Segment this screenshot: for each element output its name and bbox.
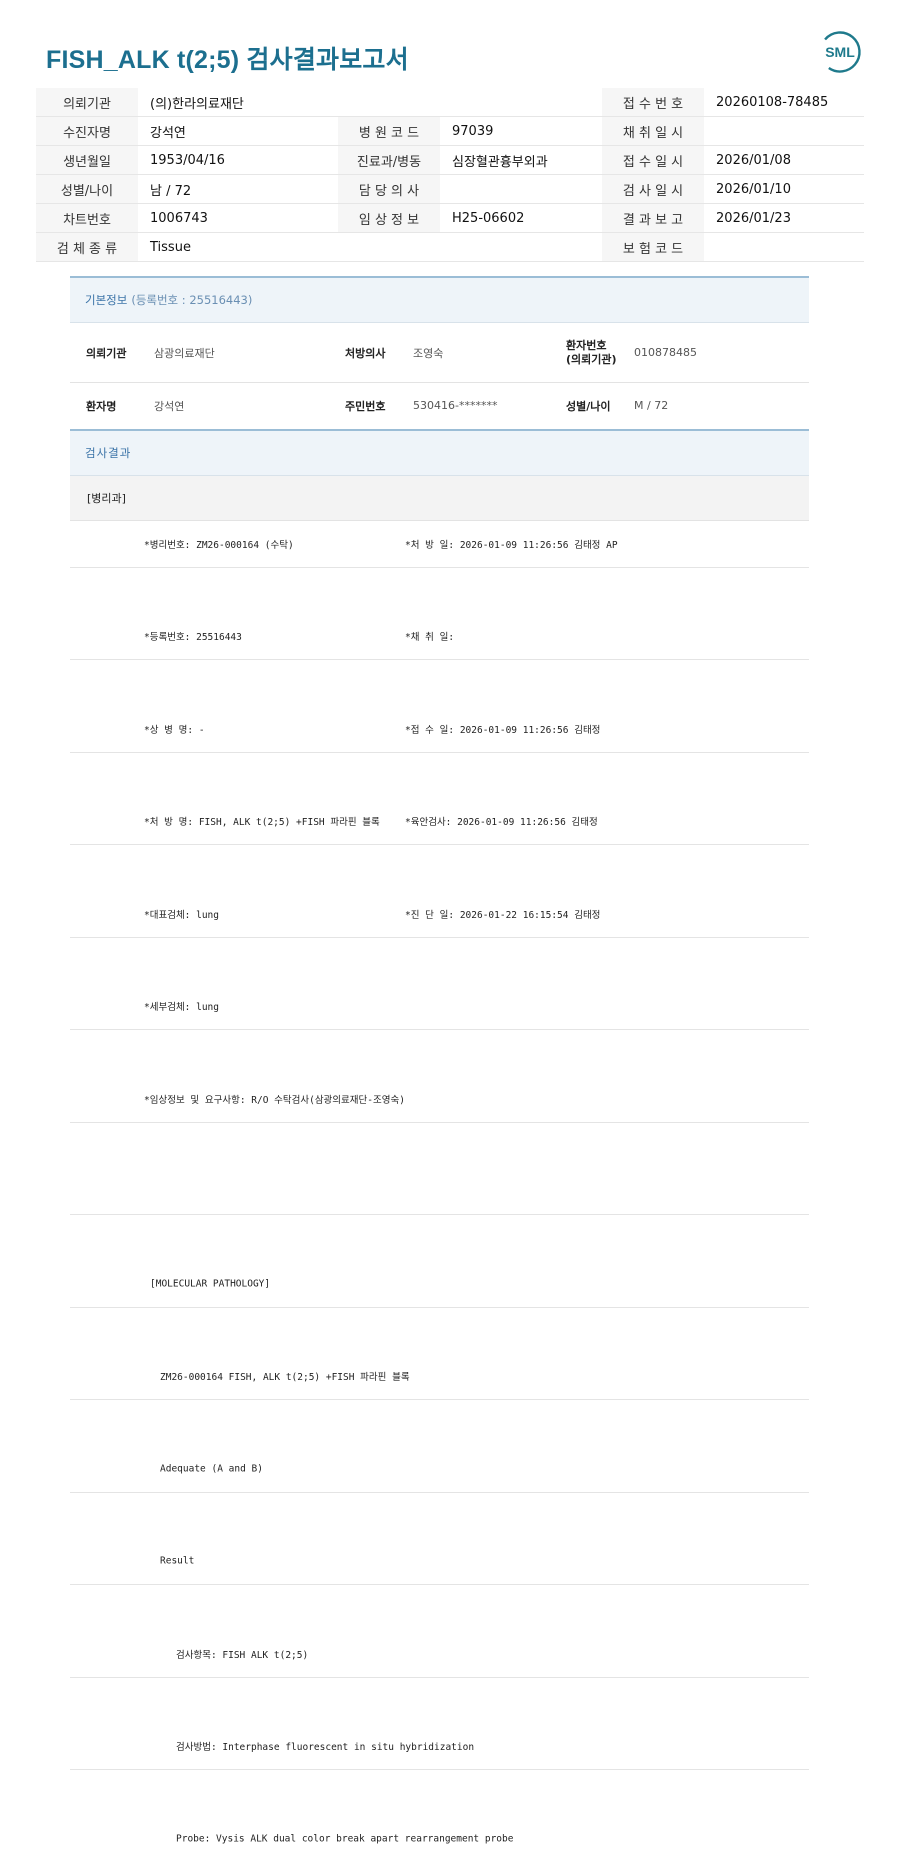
header-key: 채 취 일 시 [602,116,705,146]
header-key: 수진자명 [36,116,138,146]
patient-name-label: 환자명 [86,399,117,413]
rrn-label: 주민번호 [345,399,386,413]
molecular-row: Adequate (A and B) [70,1446,809,1493]
header-row: 성별/나이 남 / 72 담 당 의 사 검 사 일 시 2026/01/10 [36,174,865,204]
result-field-left: *처 방 명: FISH, ALK t(2;5) +FISH 파라핀 블록 [144,817,380,829]
registration-number: (등록번호 : 25516443) [131,293,253,307]
header-value: 20260108-78485 [704,88,865,117]
report-title: FISH_ALK t(2;5) 검사결과보고서 [46,46,409,74]
molecular-text: 검사방법: Interphase fluorescent in situ hyb… [176,1742,475,1754]
header-row: 검 체 종 류 Tissue 보 험 코 드 [36,232,865,262]
patient-number-value: 010878485 [634,346,697,359]
molecular-row: 검사항목: FISH ALK t(2;5) [70,1631,809,1678]
result-row [70,1169,809,1216]
result-field-right: *육안검사: 2026-01-09 11:26:56 김태정 [405,817,598,829]
header-value: 강석연 [138,116,338,146]
basic-info-row: 의뢰기관 삼광의료재단 처방의사 조영숙 환자번호 (의뢰기관) 01087848… [70,323,809,383]
header-value: 2026/01/10 [704,174,865,204]
result-field-left: *세부검체: lung [144,1002,219,1014]
header-key: 의뢰기관 [36,88,138,117]
header-value: 97039 [440,116,603,146]
patient-header-table: 의뢰기관 (의)한라의료재단 접 수 번 호 20260108-78485 수진… [36,88,865,262]
header-key: 성별/나이 [36,174,138,204]
result-field-right: *채 취 일: [405,632,455,644]
result-row: *대표검체: lung *진 단 일: 2026-01-22 16:15:54 김… [70,891,809,938]
header-key: 보 험 코 드 [602,232,705,262]
header-value: 1006743 [138,203,338,233]
molecular-text: 검사항목: FISH ALK t(2;5) [176,1649,309,1661]
result-field-left: *임상정보 및 요구사항: R/O 수탁검사(삼광의료재단-조영숙) [144,1094,405,1106]
result-field-left: *대표검체: lung [144,909,219,921]
molecular-row: Result [70,1539,809,1586]
department-label: [병리과] [70,476,809,521]
header-value: 남 / 72 [138,174,338,204]
header-key: 병 원 코 드 [338,116,440,146]
header-key: 차트번호 [36,203,138,233]
doctor-value: 조영숙 [413,346,444,360]
molecular-row: [MOLECULAR PATHOLOGY] [70,1261,809,1308]
header-value [704,232,865,262]
result-row: *등록번호: 25516443 *채 취 일: [70,614,809,661]
result-field-right: *진 단 일: 2026-01-22 16:15:54 김태정 [405,909,601,921]
rrn-value: 530416-******* [413,399,498,412]
sex-age-label: 성별/나이 [566,399,611,413]
result-field-left: *병리번호: ZM26-000164 (수탁) [144,539,294,551]
header-value [704,116,865,146]
header-row: 의뢰기관 (의)한라의료재단 접 수 번 호 20260108-78485 [36,88,865,117]
header-key: 담 당 의 사 [338,174,440,204]
header-key: 생년월일 [36,145,138,175]
result-row: *임상정보 및 요구사항: R/O 수탁검사(삼광의료재단-조영숙) [70,1076,809,1123]
header-value: 2026/01/23 [704,203,865,233]
result-row: *세부검체: lung [70,984,809,1031]
result-row: *상 병 명: - *접 수 일: 2026-01-09 11:26:56 김태정 [70,706,809,753]
institution-value: 삼광의료재단 [154,346,215,360]
header-key: 접 수 일 시 [602,145,705,175]
molecular-text: Adequate (A and B) [160,1463,263,1475]
header-value: (의)한라의료재단 [138,88,603,117]
sex-age-value: M / 72 [634,399,669,412]
result-field-right: *처 방 일: 2026-01-09 11:26:56 김태정 AP [405,539,618,551]
molecular-text: [MOLECULAR PATHOLOGY] [150,1278,271,1290]
result-row: *처 방 명: FISH, ALK t(2;5) +FISH 파라핀 블록 *육안… [70,799,809,846]
basic-info-header: 기본정보 (등록번호 : 25516443) [70,276,809,323]
doctor-label: 처방의사 [345,346,386,360]
basic-info-title: 기본정보 [85,293,128,307]
result-header: 검사결과 [70,429,809,476]
header-key: 검 사 일 시 [602,174,705,204]
molecular-text: ZM26-000164 FISH, ALK t(2;5) +FISH 파라핀 블… [160,1372,410,1384]
molecular-text: Probe: Vysis ALK dual color break apart … [176,1833,514,1845]
header-value: H25-06602 [440,203,603,233]
result-row: *병리번호: ZM26-000164 (수탁) *처 방 일: 2026-01-0… [70,521,809,568]
svg-text:SML: SML [825,44,855,60]
basic-info-row: 환자명 강석연 주민번호 530416-******* 성별/나이 M / 72 [70,382,809,430]
patient-name-value: 강석연 [154,399,185,413]
result-field-left: *상 병 명: - [144,724,205,736]
header-value: 2026/01/08 [704,145,865,175]
molecular-row: ZM26-000164 FISH, ALK t(2;5) +FISH 파라핀 블… [70,1354,809,1401]
header-value: Tissue [138,232,338,262]
institution-label: 의뢰기관 [86,346,127,360]
header-row: 차트번호 1006743 임 상 정 보 H25-06602 결 과 보 고 2… [36,203,865,233]
header-value: 심장혈관흉부외과 [440,145,603,175]
molecular-row: Probe: Vysis ALK dual color break apart … [70,1816,809,1862]
header-row: 생년월일 1953/04/16 진료과/병동 심장혈관흉부외과 접 수 일 시 … [36,145,865,175]
patient-number-label: 환자번호 (의뢰기관) [566,338,617,366]
header-key: 접 수 번 호 [602,88,705,117]
result-field-right: *접 수 일: 2026-01-09 11:26:56 김태정 [405,724,601,736]
header-row: 수진자명 강석연 병 원 코 드 97039 채 취 일 시 [36,116,865,146]
header-key: 임 상 정 보 [338,203,440,233]
header-value [440,174,603,204]
molecular-row: 검사방법: Interphase fluorescent in situ hyb… [70,1724,809,1771]
result-field-left: *등록번호: 25516443 [144,632,242,644]
sml-logo: SML [819,31,861,73]
header-key: 진료과/병동 [338,145,440,175]
header-key: 결 과 보 고 [602,203,705,233]
header-value: 1953/04/16 [138,145,338,175]
header-key: 검 체 종 류 [36,232,138,262]
molecular-text: Result [160,1555,195,1567]
